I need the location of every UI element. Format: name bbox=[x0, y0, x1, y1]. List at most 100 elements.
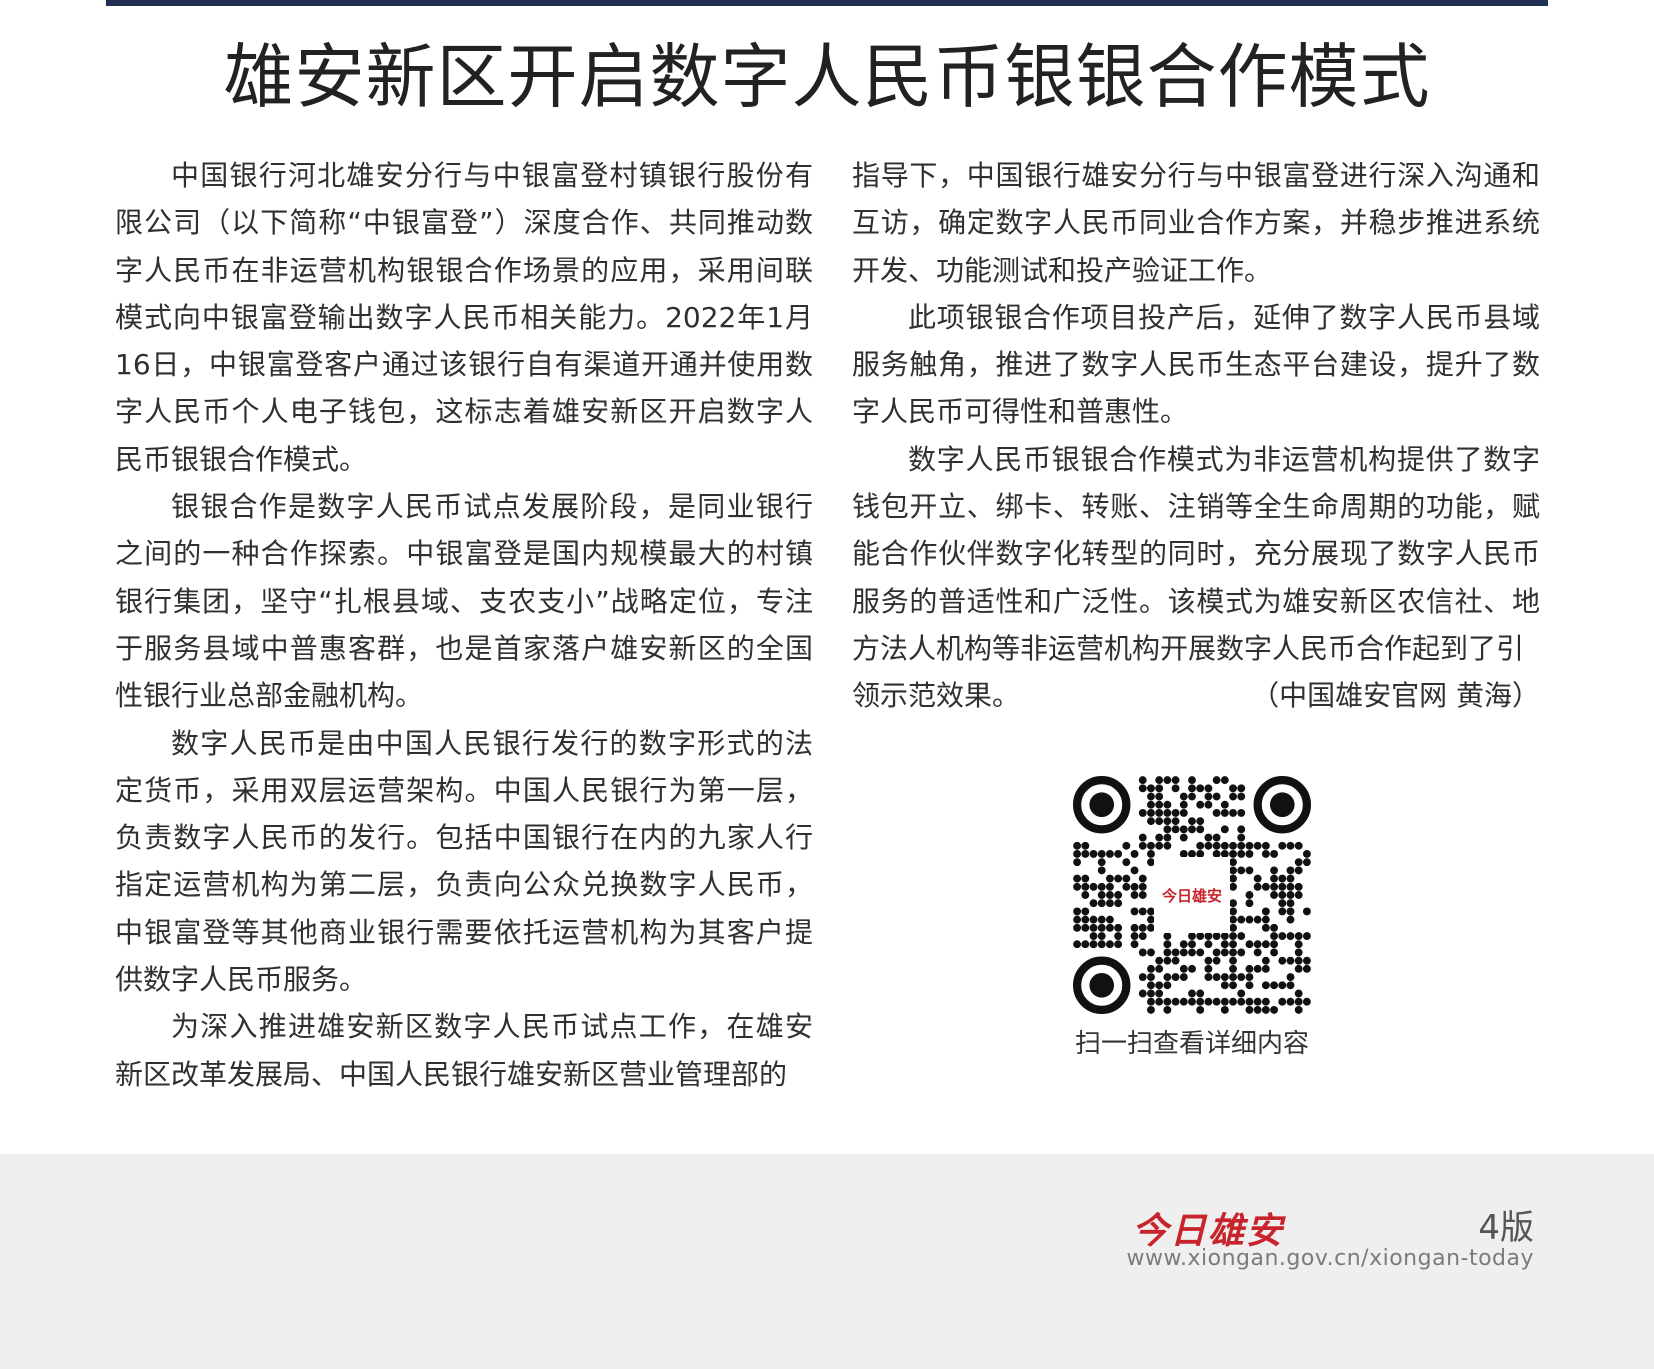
qr-module bbox=[1097, 858, 1106, 867]
qr-module bbox=[1081, 891, 1090, 899]
qr-module bbox=[1073, 850, 1082, 858]
paragraph-5: 此项银银合作项目投产后，延伸了数字人民币县域服务触角，推进了数字人民币生态平台建… bbox=[852, 300, 1540, 429]
right-column: 指导下，中国银行雄安分行与中银富登进行深入沟通和互访，确定数字人民币同业合作方案… bbox=[852, 152, 1540, 720]
qr-module bbox=[1229, 997, 1237, 1006]
qr-module bbox=[1261, 1005, 1270, 1014]
qr-module bbox=[1081, 841, 1090, 850]
qr-module bbox=[1114, 891, 1123, 899]
qr-module bbox=[1114, 923, 1123, 932]
qr-module bbox=[1081, 874, 1090, 883]
qr-module bbox=[1089, 850, 1098, 858]
qr-module bbox=[1089, 882, 1098, 891]
qr-module bbox=[1188, 817, 1196, 826]
qr-module bbox=[1188, 989, 1196, 998]
qr-module bbox=[1097, 932, 1106, 940]
qr-module bbox=[1237, 973, 1246, 982]
qr-module bbox=[1294, 841, 1303, 850]
qr-module bbox=[1220, 932, 1229, 940]
qr-module bbox=[1270, 882, 1279, 891]
qr-module bbox=[1270, 923, 1279, 932]
qr-module bbox=[1196, 841, 1205, 850]
qr-module bbox=[1114, 850, 1123, 858]
qr-module bbox=[1270, 948, 1279, 957]
qr-module bbox=[1229, 858, 1237, 867]
qr-module bbox=[1089, 899, 1098, 908]
left-column: 中国银行河北雄安分行与中银富登村镇银行股份有限公司（以下简称“中银富登”）深度合… bbox=[115, 152, 813, 1098]
qr-module bbox=[1155, 841, 1164, 850]
qr-module bbox=[1237, 932, 1246, 940]
qr-module bbox=[1073, 923, 1082, 932]
qr-module bbox=[1114, 940, 1123, 949]
qr-module bbox=[1097, 899, 1106, 908]
qr-module bbox=[1204, 833, 1213, 842]
qr-module bbox=[1130, 850, 1139, 858]
qr-module bbox=[1155, 776, 1164, 785]
qr-module bbox=[1270, 891, 1279, 899]
qr-module bbox=[1163, 932, 1172, 940]
qr-module bbox=[1253, 915, 1262, 924]
qr-module bbox=[1220, 973, 1229, 982]
qr-module bbox=[1188, 792, 1196, 801]
qr-module bbox=[1286, 956, 1295, 965]
qr-code[interactable]: 今日雄安 bbox=[1073, 776, 1311, 1014]
qr-module bbox=[1147, 989, 1155, 998]
qr-module bbox=[1229, 907, 1237, 916]
qr-module bbox=[1245, 964, 1254, 973]
qr-module bbox=[1229, 973, 1237, 982]
qr-module bbox=[1179, 792, 1188, 801]
qr-module bbox=[1261, 940, 1270, 949]
qr-module bbox=[1278, 882, 1287, 891]
qr-module bbox=[1179, 948, 1188, 957]
qr-module bbox=[1196, 989, 1205, 998]
qr-module bbox=[1163, 973, 1172, 982]
qr-module bbox=[1204, 800, 1213, 809]
qr-module bbox=[1302, 932, 1311, 940]
qr-module bbox=[1171, 973, 1180, 982]
qr-module bbox=[1270, 874, 1279, 883]
qr-module bbox=[1270, 981, 1279, 990]
qr-module bbox=[1237, 850, 1246, 858]
qr-module bbox=[1171, 825, 1180, 834]
qr-module bbox=[1245, 973, 1254, 982]
paragraph-2: 银银合作是数字人民币试点发展阶段，是同业银行之间的一种合作探索。中银富登是国内规… bbox=[115, 490, 813, 713]
qr-module bbox=[1261, 964, 1270, 973]
qr-module bbox=[1122, 858, 1131, 867]
top-rule bbox=[106, 0, 1548, 6]
qr-module bbox=[1245, 866, 1254, 875]
qr-module bbox=[1212, 841, 1221, 850]
qr-module bbox=[1155, 956, 1164, 965]
qr-finder-center bbox=[1089, 792, 1115, 818]
qr-module bbox=[1163, 948, 1172, 957]
qr-module bbox=[1155, 817, 1164, 826]
footer-url[interactable]: www.xiongan.gov.cn/xiongan-today bbox=[1127, 1246, 1534, 1271]
qr-module bbox=[1220, 808, 1229, 817]
qr-module bbox=[1073, 858, 1082, 867]
qr-module bbox=[1138, 784, 1147, 793]
qr-module bbox=[1097, 915, 1106, 924]
qr-module bbox=[1229, 784, 1237, 793]
qr-module bbox=[1286, 882, 1295, 891]
qr-module bbox=[1245, 1005, 1254, 1014]
qr-module bbox=[1294, 940, 1303, 949]
qr-module bbox=[1253, 997, 1262, 1006]
qr-module bbox=[1237, 948, 1246, 957]
qr-module bbox=[1286, 907, 1295, 916]
qr-module bbox=[1220, 997, 1229, 1006]
qr-module bbox=[1204, 792, 1213, 801]
qr-module bbox=[1220, 841, 1229, 850]
qr-module bbox=[1147, 948, 1155, 957]
qr-module bbox=[1212, 973, 1221, 982]
qr-module bbox=[1245, 981, 1254, 990]
qr-module bbox=[1245, 899, 1254, 908]
qr-module bbox=[1229, 923, 1237, 932]
qr-module bbox=[1138, 833, 1147, 842]
qr-module bbox=[1278, 899, 1287, 908]
qr-module bbox=[1138, 907, 1147, 916]
qr-module bbox=[1278, 907, 1287, 916]
qr-module bbox=[1130, 866, 1139, 875]
qr-module bbox=[1286, 932, 1295, 940]
qr-module bbox=[1229, 874, 1237, 883]
qr-module bbox=[1171, 808, 1180, 817]
qr-module bbox=[1147, 808, 1155, 817]
qr-module bbox=[1212, 833, 1221, 842]
